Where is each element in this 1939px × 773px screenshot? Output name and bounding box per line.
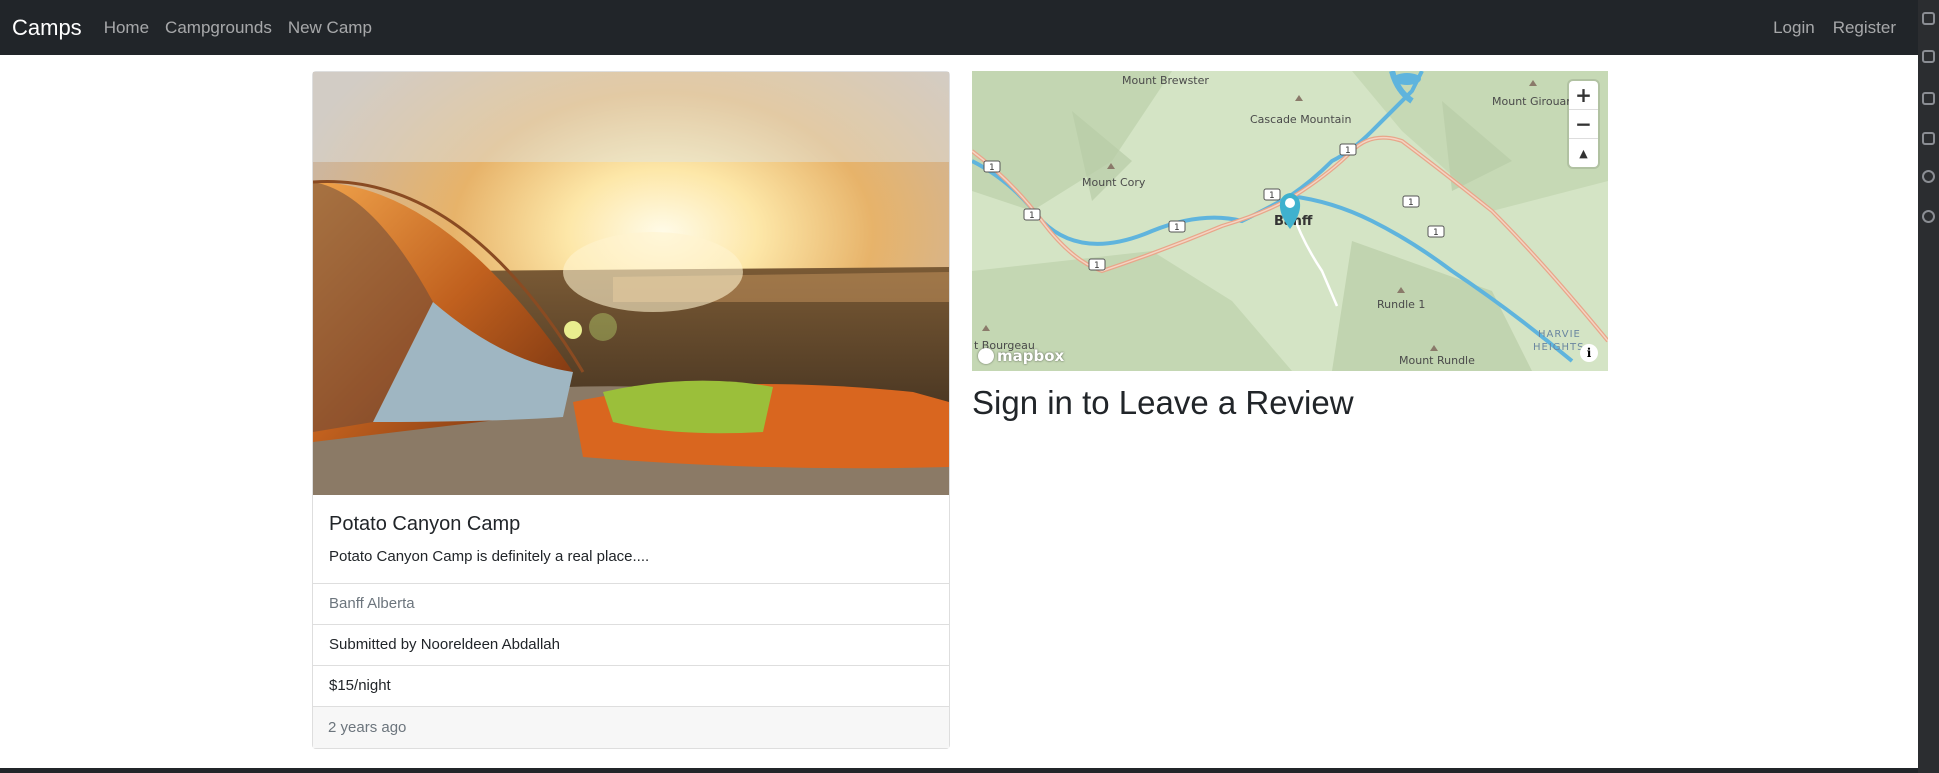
review-heading: Sign in to Leave a Review [972,384,1354,421]
zoom-in-button[interactable]: + [1569,81,1598,110]
map-label-heights: HEIGHTS [1533,342,1585,353]
map-label-rundle: Rundle 1 [1377,298,1425,311]
map-label-cascade-mountain: Cascade Mountain [1250,113,1351,126]
map-canvas[interactable]: Mount Brewster Cascade Mountain Mount Gi… [972,71,1608,371]
campground-description: Potato Canyon Camp is definitely a real … [329,548,650,565]
bottom-border [0,768,1918,773]
map-label-mount-brewster: Mount Brewster [1122,74,1209,87]
extension-icon[interactable] [1922,92,1935,105]
highway-shield-2: 1 [1029,211,1035,221]
campground-title: Potato Canyon Camp [329,513,521,535]
nav-login[interactable]: Login [1773,18,1815,38]
campground-map[interactable]: Mount Brewster Cascade Mountain Mount Gi… [972,71,1608,371]
compass-button[interactable]: ▲ [1569,139,1598,167]
brand-link[interactable]: Camps [12,15,82,41]
nav-new-camp[interactable]: New Camp [288,18,372,38]
nav-auth-links: Login Register [1773,18,1914,38]
map-label-mount-cory: Mount Cory [1082,176,1146,189]
card-footer-date: 2 years ago [313,707,949,748]
nav-home[interactable]: Home [104,18,149,38]
card-body: Potato Canyon Camp Potato Canyon Camp is… [313,495,949,584]
mapbox-logo[interactable]: mapbox [978,347,1064,365]
map-label-mount-girouard: Mount Girouard [1492,95,1578,108]
mapbox-logo-icon [978,348,994,364]
campground-location: Banff Alberta [313,584,949,625]
map-label-mount-rundle: Mount Rundle [1399,354,1475,367]
tools-icon[interactable] [1922,50,1935,63]
campground-image [313,72,949,495]
highway-shield-3: 1 [1094,261,1100,271]
navbar: Camps Home Campgrounds New Camp Login Re… [0,0,1918,55]
info-icon[interactable]: i [1580,344,1598,362]
mapbox-logo-text: mapbox [997,347,1065,365]
zoom-out-button[interactable]: − [1569,110,1598,139]
nav-campgrounds[interactable]: Campgrounds [165,18,272,38]
highway-shield-8: 1 [1433,228,1439,238]
highway-shield-1: 1 [989,163,995,173]
campground-card: Potato Canyon Camp Potato Canyon Camp is… [312,71,950,749]
map-label-harvie: HARVIE [1538,329,1581,340]
highway-shield-7: 1 [1408,198,1414,208]
circle-icon[interactable] [1922,170,1935,183]
help-icon[interactable] [1922,210,1935,223]
browser-side-panel [1918,0,1939,773]
search-icon[interactable] [1922,12,1935,25]
highway-shield-4: 1 [1174,223,1180,233]
nav-register[interactable]: Register [1833,18,1896,38]
map-controls: + − ▲ [1569,81,1598,167]
layout-icon[interactable] [1922,132,1935,145]
campground-author: Submitted by Nooreldeen Abdallah [313,625,949,666]
highway-shield-6: 1 [1345,146,1351,156]
campground-price: $15/night [313,666,949,707]
highway-shield-5: 1 [1269,191,1275,201]
